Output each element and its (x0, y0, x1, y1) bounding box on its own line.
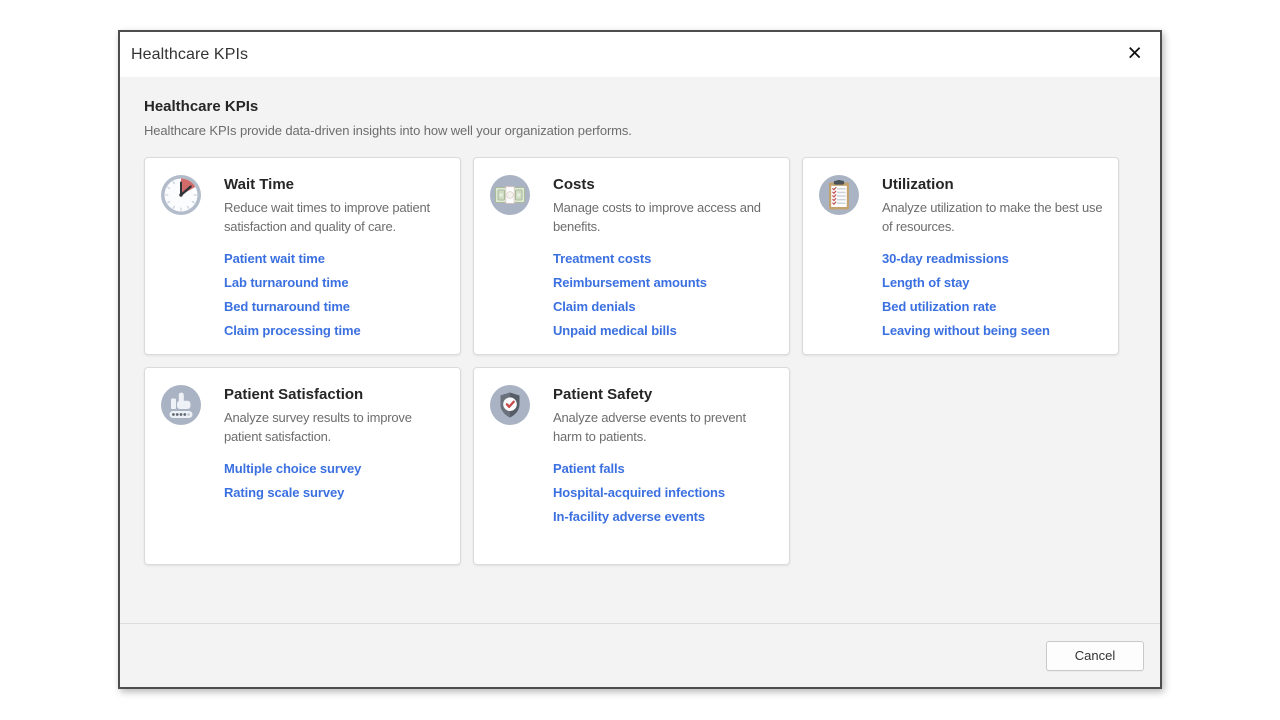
card-content: Utilization Analyze utilization to make … (882, 174, 1106, 354)
kpi-link-multiple-choice-survey[interactable]: Multiple choice survey (224, 461, 448, 476)
kpi-card-description: Analyze adverse events to prevent harm t… (553, 409, 777, 447)
kpi-link-list: Multiple choice survey Rating scale surve… (224, 461, 448, 500)
close-icon[interactable]: × (1121, 41, 1148, 69)
kpi-card-title: Wait Time (224, 176, 448, 193)
kpi-card-patient-safety: Patient Safety Analyze adverse events to… (473, 367, 790, 565)
page-title: Healthcare KPIs (144, 98, 1136, 115)
page-subtitle: Healthcare KPIs provide data-driven insi… (144, 123, 1136, 138)
shield-check-icon (489, 384, 531, 426)
kpi-card-description: Analyze utilization to make the best use… (882, 199, 1106, 237)
kpi-link-leaving-without-being-seen[interactable]: Leaving without being seen (882, 323, 1106, 338)
kpi-card-utilization: Utilization Analyze utilization to make … (802, 157, 1119, 355)
kpi-link-list: Treatment costs Reimbursement amounts Clai… (553, 251, 777, 338)
kpi-card-title: Costs (553, 176, 777, 193)
kpi-card-grid: Wait Time Reduce wait times to improve p… (144, 157, 1120, 565)
kpi-link-length-of-stay[interactable]: Length of stay (882, 275, 1106, 290)
kpi-link-list: 30-day readmissions Length of stay Bed uti… (882, 251, 1106, 338)
kpi-link-in-facility-adverse-events[interactable]: In-facility adverse events (553, 509, 777, 524)
kpi-card-description: Reduce wait times to improve patient sat… (224, 199, 448, 237)
kpi-link-list: Patient falls Hospital-acquired infection… (553, 461, 777, 524)
kpi-card-description: Analyze survey results to improve patien… (224, 409, 448, 447)
kpi-link-patient-falls[interactable]: Patient falls (553, 461, 777, 476)
dialog-footer: Cancel (120, 623, 1160, 687)
kpi-link-treatment-costs[interactable]: Treatment costs (553, 251, 777, 266)
kpi-card-patient-satisfaction: Patient Satisfaction Analyze survey resu… (144, 367, 461, 565)
healthcare-kpis-dialog: Healthcare KPIs × Healthcare KPIs Health… (118, 30, 1162, 689)
clipboard-checklist-icon (818, 174, 860, 216)
card-content: Patient Safety Analyze adverse events to… (553, 384, 777, 564)
kpi-link-unpaid-medical-bills[interactable]: Unpaid medical bills (553, 323, 777, 338)
money-icon (489, 174, 531, 216)
kpi-card-wait-time: Wait Time Reduce wait times to improve p… (144, 157, 461, 355)
kpi-link-rating-scale-survey[interactable]: Rating scale survey (224, 485, 448, 500)
dialog-body: Healthcare KPIs Healthcare KPIs provide … (120, 77, 1160, 623)
kpi-card-costs: Costs Manage costs to improve access and… (473, 157, 790, 355)
kpi-card-title: Utilization (882, 176, 1106, 193)
clock-icon (160, 174, 202, 216)
kpi-link-30-day-readmissions[interactable]: 30-day readmissions (882, 251, 1106, 266)
kpi-card-description: Manage costs to improve access and benef… (553, 199, 777, 237)
kpi-link-lab-turnaround-time[interactable]: Lab turnaround time (224, 275, 448, 290)
kpi-link-hospital-acquired-infections[interactable]: Hospital-acquired infections (553, 485, 777, 500)
kpi-link-patient-wait-time[interactable]: Patient wait time (224, 251, 448, 266)
dialog-titlebar: Healthcare KPIs × (120, 32, 1160, 77)
card-content: Wait Time Reduce wait times to improve p… (224, 174, 448, 354)
kpi-card-title: Patient Satisfaction (224, 386, 448, 403)
kpi-link-claim-denials[interactable]: Claim denials (553, 299, 777, 314)
kpi-link-bed-turnaround-time[interactable]: Bed turnaround time (224, 299, 448, 314)
thumbs-up-icon (160, 384, 202, 426)
card-content: Costs Manage costs to improve access and… (553, 174, 777, 354)
kpi-link-claim-processing-time[interactable]: Claim processing time (224, 323, 448, 338)
kpi-link-reimbursement-amounts[interactable]: Reimbursement amounts (553, 275, 777, 290)
cancel-button[interactable]: Cancel (1046, 641, 1144, 671)
kpi-link-bed-utilization-rate[interactable]: Bed utilization rate (882, 299, 1106, 314)
card-content: Patient Satisfaction Analyze survey resu… (224, 384, 448, 564)
dialog-title: Healthcare KPIs (131, 46, 248, 64)
kpi-link-list: Patient wait time Lab turnaround time Bed … (224, 251, 448, 338)
kpi-card-title: Patient Safety (553, 386, 777, 403)
